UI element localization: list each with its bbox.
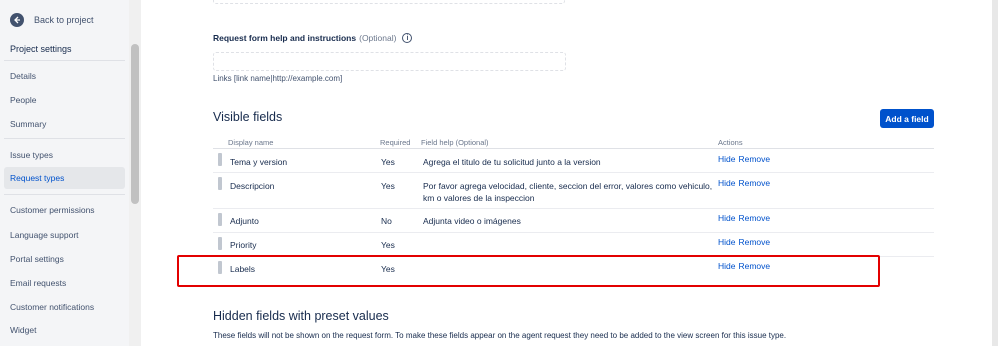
sidebar-item-request-types[interactable]: Request types [4, 167, 125, 189]
sidebar-item-widget[interactable]: Widget [4, 319, 125, 341]
field-required: Yes [381, 240, 395, 250]
page-scrollbar[interactable] [992, 0, 998, 346]
drag-handle-icon[interactable] [218, 213, 222, 226]
field-name: Adjunto [230, 216, 259, 226]
optional-text: (Optional) [359, 33, 397, 43]
help-instructions-input[interactable] [213, 52, 566, 71]
highlight-box [177, 255, 880, 287]
help-label-text: Request form help and instructions [213, 33, 357, 43]
sidebar-item-email-requests[interactable]: Email requests [4, 272, 125, 294]
sidebar-item-details[interactable]: Details [4, 65, 125, 87]
hide-link[interactable]: Hide [718, 154, 735, 164]
field-required: No [381, 216, 392, 226]
hide-link[interactable]: Hide [718, 213, 735, 223]
remove-link[interactable]: Remove [738, 178, 770, 188]
sidebar-item-issue-types[interactable]: Issue types [4, 144, 125, 166]
sidebar-item-customer-notifications[interactable]: Customer notifications [4, 296, 125, 318]
sidebar-title: Project settings [10, 44, 72, 54]
sidebar-scrollbar[interactable] [129, 0, 141, 346]
remove-link[interactable]: Remove [738, 213, 770, 223]
remove-link[interactable]: Remove [738, 154, 770, 164]
row-actions: Hide Remove [718, 237, 770, 247]
field-required: Yes [381, 181, 395, 191]
sidebar-item-customer-permissions[interactable]: Customer permissions [4, 199, 125, 221]
hide-link[interactable]: Hide [718, 237, 735, 247]
drag-handle-icon[interactable] [218, 237, 222, 250]
sidebar: Back to project Project settings Details… [0, 0, 141, 346]
field-help: Por favor agrega velocidad, cliente, sec… [423, 181, 713, 203]
field-help: Adjunta video o imágenes [423, 216, 521, 226]
table-row: Descripcion Yes Por favor agrega velocid… [213, 173, 934, 209]
sidebar-divider [4, 60, 125, 61]
back-label: Back to project [34, 15, 94, 25]
help-instructions-label: Request form help and instructions (Opti… [213, 33, 413, 43]
sidebar-item-summary[interactable]: Summary [4, 113, 125, 135]
hidden-fields-title: Hidden fields with preset values [213, 309, 389, 323]
header-display-name: Display name [228, 138, 274, 147]
table-row: Tema y version Yes Agrega el titulo de t… [213, 149, 934, 173]
sidebar-item-language-support[interactable]: Language support [4, 224, 125, 246]
row-actions: Hide Remove [718, 213, 770, 223]
sidebar-item-portal-settings[interactable]: Portal settings [4, 248, 125, 270]
table-row: Adjunto No Adjunta video o imágenes Hide… [213, 209, 934, 233]
field-name: Descripcion [230, 181, 275, 191]
visible-fields-title: Visible fields [213, 110, 283, 124]
scrollbar-thumb[interactable] [131, 44, 139, 204]
sidebar-divider [4, 138, 125, 139]
row-actions: Hide Remove [718, 154, 770, 164]
main-content: Request form help and instructions (Opti… [141, 0, 998, 346]
sidebar-item-people[interactable]: People [4, 89, 125, 111]
table-row: Priority Yes Hide Remove [213, 233, 934, 257]
header-required: Required [380, 138, 411, 147]
back-to-project-link[interactable]: Back to project [10, 13, 94, 27]
sidebar-divider [4, 194, 125, 195]
drag-handle-icon[interactable] [218, 177, 222, 190]
field-name: Tema y version [230, 157, 288, 167]
hidden-fields-description: These fields will not be shown on the re… [213, 331, 787, 340]
field-help: Agrega el titulo de tu solicitud junto a… [423, 157, 601, 167]
field-required: Yes [381, 157, 395, 167]
remove-link[interactable]: Remove [738, 237, 770, 247]
drag-handle-icon[interactable] [218, 153, 222, 166]
hide-link[interactable]: Hide [718, 178, 735, 188]
row-actions: Hide Remove [718, 178, 770, 188]
header-actions: Actions [718, 138, 743, 147]
links-hint: Links [link name|http://example.com] [213, 74, 343, 83]
header-field-help: Field help (Optional) [421, 138, 489, 147]
info-icon[interactable]: i [402, 33, 413, 43]
previous-field-input[interactable] [213, 0, 565, 4]
add-field-button[interactable]: Add a field [880, 109, 934, 128]
arrow-left-icon [10, 13, 24, 27]
field-name: Priority [230, 240, 257, 250]
